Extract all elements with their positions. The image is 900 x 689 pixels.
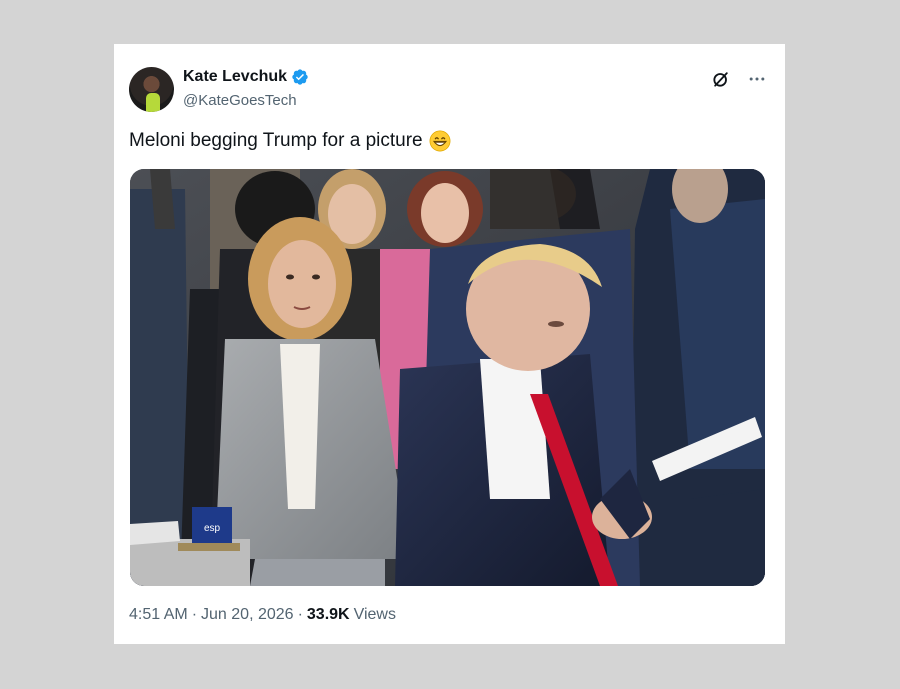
author-display-name[interactable]: Kate Levchuk <box>183 68 287 86</box>
grinning-face-emoji-icon <box>429 130 451 152</box>
tweet-card: Kate Levchuk @KateGoesTech Meloni beggin… <box>114 44 785 644</box>
tweet-actions-top <box>710 68 768 90</box>
meta-separator: · <box>297 606 303 623</box>
signage-text: esp <box>204 523 221 534</box>
avatar[interactable] <box>129 67 174 112</box>
tweet-text: Meloni begging Trump for a picture <box>129 130 451 152</box>
grok-icon[interactable] <box>710 68 732 90</box>
more-options-icon[interactable] <box>746 68 768 90</box>
tweet-body: Meloni begging Trump for a picture <box>129 130 423 151</box>
verified-badge-icon <box>291 68 309 86</box>
views-count: 33.9K <box>306 606 350 623</box>
tweet-time[interactable]: 4:51 AM <box>129 606 188 624</box>
tweet-date[interactable]: Jun 20, 2026 <box>201 606 294 624</box>
meta-separator: · <box>191 606 198 623</box>
views-label: Views <box>353 606 396 623</box>
author-handle[interactable]: @KateGoesTech <box>183 92 297 109</box>
author-name-row: Kate Levchuk <box>183 68 309 86</box>
tweet-photo[interactable]: esp <box>130 169 765 586</box>
tweet-meta: 4:51 AM · Jun 20, 2026 · 33.9K Views <box>129 606 396 624</box>
